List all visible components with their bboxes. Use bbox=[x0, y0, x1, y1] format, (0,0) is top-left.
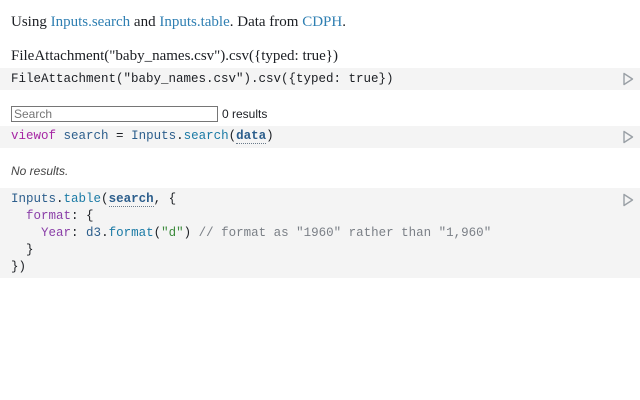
intro-and: and bbox=[130, 14, 160, 30]
run-icon[interactable] bbox=[622, 193, 634, 207]
cell2-source[interactable]: viewof search = Inputs.search(data) bbox=[0, 126, 640, 148]
token-line4: } bbox=[11, 243, 34, 257]
inputs-search-link[interactable]: Inputs.search bbox=[51, 14, 131, 30]
intro-prefix: Using bbox=[11, 14, 51, 30]
token-table-fn: table bbox=[63, 192, 102, 206]
run-icon[interactable] bbox=[622, 130, 634, 144]
token-rest: , { bbox=[153, 192, 177, 206]
cell1-source[interactable]: FileAttachment("baby_names.csv").csv({ty… bbox=[0, 68, 640, 90]
token-open: ( bbox=[153, 226, 162, 240]
run-icon[interactable] bbox=[622, 72, 634, 86]
cell3-source[interactable]: Inputs.table(search, { format: { Year: d… bbox=[0, 188, 640, 278]
token-search-var: search bbox=[63, 129, 109, 143]
token-line5: }) bbox=[11, 260, 27, 274]
token-dot: . bbox=[101, 226, 109, 240]
token-close: ) bbox=[266, 129, 274, 143]
cell3-code: Inputs.table(search, { format: { Year: d… bbox=[11, 191, 491, 276]
cell1-code: FileAttachment("baby_names.csv").csv({ty… bbox=[11, 72, 394, 86]
token-inputs: Inputs bbox=[131, 129, 177, 143]
table-empty-message: No results. bbox=[11, 164, 69, 178]
cell1-output: FileAttachment("baby_names.csv").csv({ty… bbox=[11, 48, 338, 64]
intro-paragraph: Using Inputs.search and Inputs.table. Da… bbox=[11, 13, 346, 31]
token-viewof: viewof bbox=[11, 129, 57, 143]
token-dot: . bbox=[176, 129, 184, 143]
token-colon: : bbox=[71, 226, 87, 240]
token-string: "d" bbox=[161, 226, 184, 240]
token-dot: . bbox=[56, 192, 64, 206]
token-open: ( bbox=[101, 192, 109, 206]
token-rest: : { bbox=[71, 209, 94, 223]
token-comment: // format as "1960" rather than "1,960" bbox=[191, 226, 492, 240]
results-count: 0 results bbox=[222, 107, 268, 121]
token-inputs: Inputs bbox=[11, 192, 57, 206]
token-d3: d3 bbox=[86, 226, 102, 240]
token-search-ref[interactable]: search bbox=[108, 192, 154, 207]
intro-mid: . Data from bbox=[229, 14, 303, 30]
cdph-link[interactable]: CDPH bbox=[302, 14, 342, 30]
token-format-prop: format bbox=[26, 209, 72, 223]
search-input[interactable] bbox=[11, 106, 218, 122]
inputs-table-link[interactable]: Inputs.table bbox=[159, 14, 229, 30]
token-search-fn: search bbox=[183, 129, 229, 143]
token-year-prop: Year bbox=[41, 226, 72, 240]
token-open: ( bbox=[228, 129, 237, 143]
token-close: ) bbox=[183, 226, 192, 240]
intro-suffix: . bbox=[342, 14, 346, 30]
token-eq: = bbox=[108, 129, 132, 143]
token-format-fn: format bbox=[108, 226, 154, 240]
token-data-ref[interactable]: data bbox=[236, 129, 267, 144]
cell2-code: viewof search = Inputs.search(data) bbox=[11, 128, 274, 145]
